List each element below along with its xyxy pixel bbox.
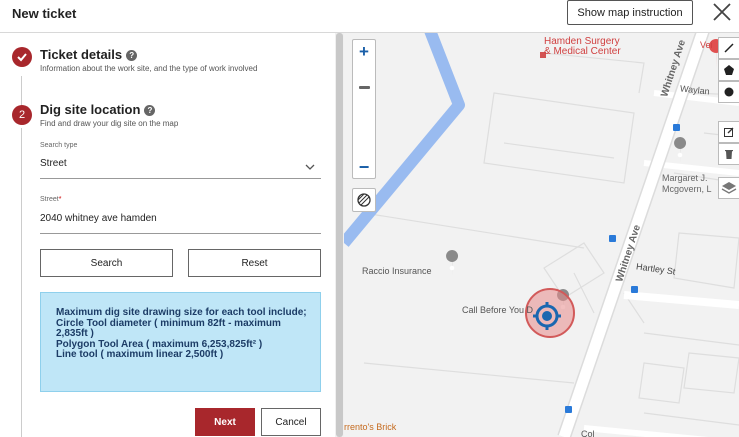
check-icon bbox=[12, 47, 32, 67]
circle-icon bbox=[724, 87, 734, 97]
step-title: Dig site location? bbox=[40, 102, 156, 117]
map-label-margaret: Margaret J. Mcgovern, L bbox=[662, 173, 712, 194]
map-label-hamden-surgery: Hamden Surgery & Medical Center bbox=[544, 36, 621, 57]
zoom-slider-handle[interactable] bbox=[359, 86, 370, 89]
search-type-label: Search type bbox=[40, 142, 78, 149]
ticket-form-panel: Ticket details? Information about the wo… bbox=[0, 33, 335, 437]
dialog-header: New ticket Show map instruction bbox=[0, 0, 739, 33]
polygon-icon bbox=[724, 65, 734, 75]
street-label: Street* bbox=[40, 196, 62, 203]
panel-scrollbar[interactable] bbox=[335, 33, 344, 437]
zoom-out-button[interactable]: − bbox=[353, 156, 375, 178]
step-connector bbox=[21, 76, 22, 106]
polygon-tool-button[interactable] bbox=[718, 59, 739, 81]
page-title: New ticket bbox=[12, 6, 77, 21]
map-view[interactable]: Hamden Surgery & Medical Center Whitney … bbox=[344, 33, 739, 437]
step-subtitle: Find and draw your dig site on the map bbox=[40, 119, 179, 128]
layers-icon bbox=[721, 182, 737, 194]
step-subtitle: Information about the work site, and the… bbox=[40, 64, 258, 73]
reset-button[interactable]: Reset bbox=[188, 249, 321, 277]
help-icon[interactable]: ? bbox=[126, 50, 138, 61]
map-label-vei: Vei bbox=[700, 40, 713, 50]
circle-tool-button[interactable] bbox=[718, 81, 739, 103]
map-label-raccio: Raccio Insurance bbox=[362, 266, 432, 276]
hatch-toggle-button[interactable] bbox=[352, 188, 376, 212]
scrollbar-thumb[interactable] bbox=[336, 33, 343, 437]
field-underline bbox=[40, 233, 321, 234]
close-icon[interactable] bbox=[711, 1, 733, 23]
search-type-select[interactable]: Street bbox=[40, 158, 67, 169]
line-icon bbox=[724, 43, 734, 53]
search-button[interactable]: Search bbox=[40, 249, 173, 277]
help-icon[interactable]: ? bbox=[144, 105, 156, 116]
step-connector bbox=[21, 128, 22, 437]
layers-button[interactable] bbox=[718, 177, 739, 199]
field-underline bbox=[40, 178, 321, 179]
hatch-icon bbox=[357, 193, 371, 207]
info-text: Maximum dig site drawing size for each t… bbox=[56, 307, 307, 360]
edit-icon bbox=[724, 127, 734, 137]
draw-toolbar bbox=[718, 37, 739, 199]
edit-tool-button[interactable] bbox=[718, 121, 739, 143]
map-label-col: Col bbox=[581, 429, 595, 437]
delete-tool-button[interactable] bbox=[718, 143, 739, 165]
chevron-down-icon[interactable] bbox=[305, 163, 315, 171]
map-canvas bbox=[344, 33, 739, 437]
next-button[interactable]: Next bbox=[195, 408, 255, 436]
step-number-badge: 2 bbox=[12, 105, 32, 125]
zoom-in-button[interactable]: + bbox=[353, 40, 375, 64]
cancel-button[interactable]: Cancel bbox=[261, 408, 321, 436]
map-label-call-before: Call Before You D bbox=[462, 305, 534, 315]
map-label-rentos: rrento's Brick bbox=[344, 422, 397, 432]
step-title: Ticket details? bbox=[40, 47, 138, 62]
zoom-control: + − bbox=[352, 39, 376, 179]
drawing-size-info: Maximum dig site drawing size for each t… bbox=[40, 292, 321, 392]
street-input[interactable]: 2040 whitney ave hamden bbox=[40, 213, 157, 224]
trash-icon bbox=[725, 150, 733, 159]
show-map-instruction-button[interactable]: Show map instruction bbox=[567, 0, 693, 25]
line-tool-button[interactable] bbox=[718, 37, 739, 59]
